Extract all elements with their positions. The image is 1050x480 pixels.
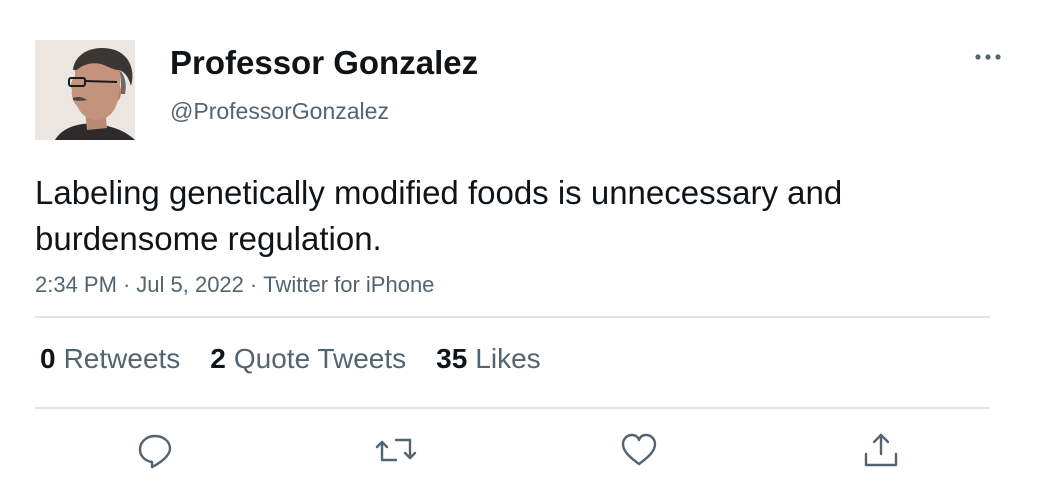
likes-stat[interactable]: 35 Likes — [436, 340, 541, 378]
quote-tweets-label: Quote Tweets — [233, 343, 407, 374]
divider — [35, 407, 990, 409]
likes-count: 35 — [436, 343, 468, 374]
reply-button[interactable] — [133, 428, 177, 472]
quote-tweets-count: 2 — [210, 343, 226, 374]
meta-separator: · — [122, 272, 131, 297]
share-icon — [864, 433, 898, 467]
quote-tweets-stat[interactable]: 2 Quote Tweets — [210, 340, 406, 378]
tweet-stats: 0 Retweets 2 Quote Tweets 35 Likes — [40, 340, 571, 378]
author-display-name[interactable]: Professor Gonzalez — [170, 42, 478, 84]
likes-label: Likes — [475, 343, 541, 374]
tweet-date[interactable]: Jul 5, 2022 — [136, 272, 244, 297]
reply-icon — [138, 434, 172, 469]
tweet-actions — [0, 428, 1050, 472]
share-button[interactable] — [859, 428, 903, 472]
more-icon — [975, 54, 1001, 60]
retweets-count: 0 — [40, 343, 56, 374]
avatar-portrait-image — [35, 40, 135, 140]
like-button[interactable] — [617, 428, 661, 472]
divider — [35, 316, 990, 318]
like-icon — [621, 433, 657, 466]
tweet-meta: 2:34 PM · Jul 5, 2022 · Twitter for iPhone — [35, 270, 434, 300]
retweet-icon — [375, 438, 417, 462]
more-options-button[interactable] — [968, 42, 1008, 72]
tweet-card: Professor Gonzalez @ProfessorGonzalez La… — [0, 0, 1050, 480]
retweets-label: Retweets — [63, 343, 181, 374]
tweet-time[interactable]: 2:34 PM — [35, 272, 117, 297]
tweet-source[interactable]: Twitter for iPhone — [263, 272, 434, 297]
tweet-text: Labeling genetically modified foods is u… — [35, 174, 843, 257]
retweets-stat[interactable]: 0 Retweets — [40, 340, 180, 378]
author-handle[interactable]: @ProfessorGonzalez — [170, 96, 389, 126]
avatar[interactable] — [35, 40, 135, 140]
retweet-button[interactable] — [374, 428, 418, 472]
meta-separator: · — [249, 272, 258, 297]
